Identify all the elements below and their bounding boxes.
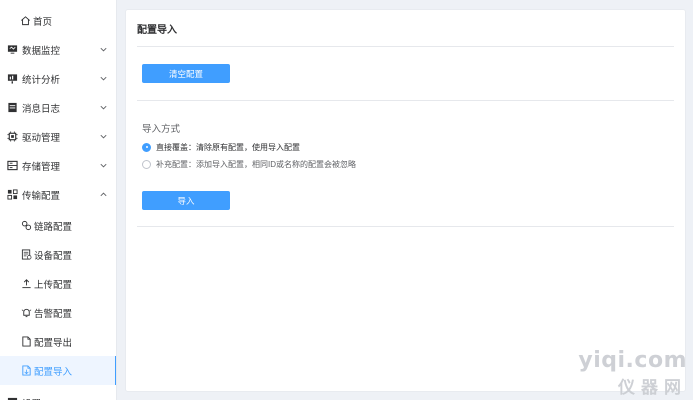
clear-config-button[interactable]: 清空配置 [142,64,230,83]
radio-label: 直接覆盖：清除原有配置，使用导入配置 [156,142,300,152]
log-icon [6,102,18,114]
watermark: yiqi.com 仪器网 [578,348,687,398]
settings-icon [6,397,18,400]
sidebar-item-label: 驱动管理 [22,132,61,144]
sidebar-item-label: 传输配置 [22,190,61,202]
chevron-up-icon [100,192,107,197]
sidebar-item-label: 配置导出 [34,337,73,349]
device-icon [20,249,32,261]
sidebar-subitem-config-export[interactable]: 配置导出 [0,327,116,356]
chart-icon [6,73,18,85]
chevron-down-icon [100,76,107,81]
sidebar: 首页 数据监控 统计分析 消息日志 驱动管理 存储管理 传输配置 链路配置 设备… [0,0,117,400]
sidebar-subitem-upload-config[interactable]: 上传配置 [0,269,116,298]
import-button[interactable]: 导入 [142,191,230,210]
sidebar-item-label: 链路配置 [34,221,73,233]
import-icon [20,365,32,377]
radio-button-checked[interactable] [142,142,151,152]
sidebar-item-driver-management[interactable]: 驱动管理 [0,122,116,151]
sidebar-item-statistics[interactable]: 统计分析 [0,64,116,93]
sidebar-item-label: 告警配置 [34,308,73,320]
export-icon [20,336,32,348]
home-icon [19,15,31,27]
config-import-panel: 配置导入 清空配置 导入方式 直接覆盖：清除原有配置，使用导入配置 补充配置：添… [125,9,686,392]
chevron-down-icon [100,134,107,139]
chevron-down-icon [100,47,107,52]
sidebar-item-storage-management[interactable]: 存储管理 [0,151,116,180]
sidebar-item-label: 上传配置 [34,279,73,291]
sidebar-item-home[interactable]: 首页 [0,6,116,35]
sidebar-subitem-link-config[interactable]: 链路配置 [0,211,116,240]
sidebar-subitem-device-config[interactable]: 设备配置 [0,240,116,269]
radio-supplement[interactable]: 补充配置：添加导入配置，相同ID或名称的配置会被忽略 [142,158,356,170]
chevron-down-icon [100,105,107,110]
watermark-text: yiqi.com [578,348,687,373]
alarm-icon [20,307,32,319]
divider [137,46,674,47]
sidebar-item-label: 消息日志 [22,103,61,115]
storage-icon [6,160,18,172]
page-title: 配置导入 [137,25,177,36]
divider [137,226,674,227]
radio-button[interactable] [142,159,151,169]
sidebar-subitem-config-import[interactable]: 配置导入 [0,356,116,385]
sidebar-item-message-log[interactable]: 消息日志 [0,93,116,122]
sidebar-item-label: 存储管理 [22,161,61,173]
sidebar-item-label: 统计分析 [22,74,61,86]
sidebar-item-label: 设置 [22,396,41,400]
sidebar-item-label: 数据监控 [22,45,61,57]
divider [137,100,674,101]
sidebar-item-label: 首页 [33,16,53,28]
sidebar-item-settings-partial[interactable]: 设置 [0,388,116,400]
radio-overwrite[interactable]: 直接覆盖：清除原有配置，使用导入配置 [142,141,300,153]
sidebar-item-transfer-config[interactable]: 传输配置 [0,180,116,209]
sidebar-item-label: 设备配置 [34,250,73,262]
monitor-icon [6,44,18,56]
upload-icon [20,278,32,290]
chevron-down-icon [100,163,107,168]
chip-icon [6,131,18,143]
link-icon [20,220,32,232]
import-mode-label: 导入方式 [142,124,181,135]
radio-label: 补充配置：添加导入配置，相同ID或名称的配置会被忽略 [156,159,356,169]
sidebar-item-label: 配置导入 [34,366,73,378]
sidebar-item-data-monitor[interactable]: 数据监控 [0,35,116,64]
watermark-text: 仪器网 [618,378,687,397]
transfer-icon [6,189,18,201]
sidebar-subitem-alarm-config[interactable]: 告警配置 [0,298,116,327]
